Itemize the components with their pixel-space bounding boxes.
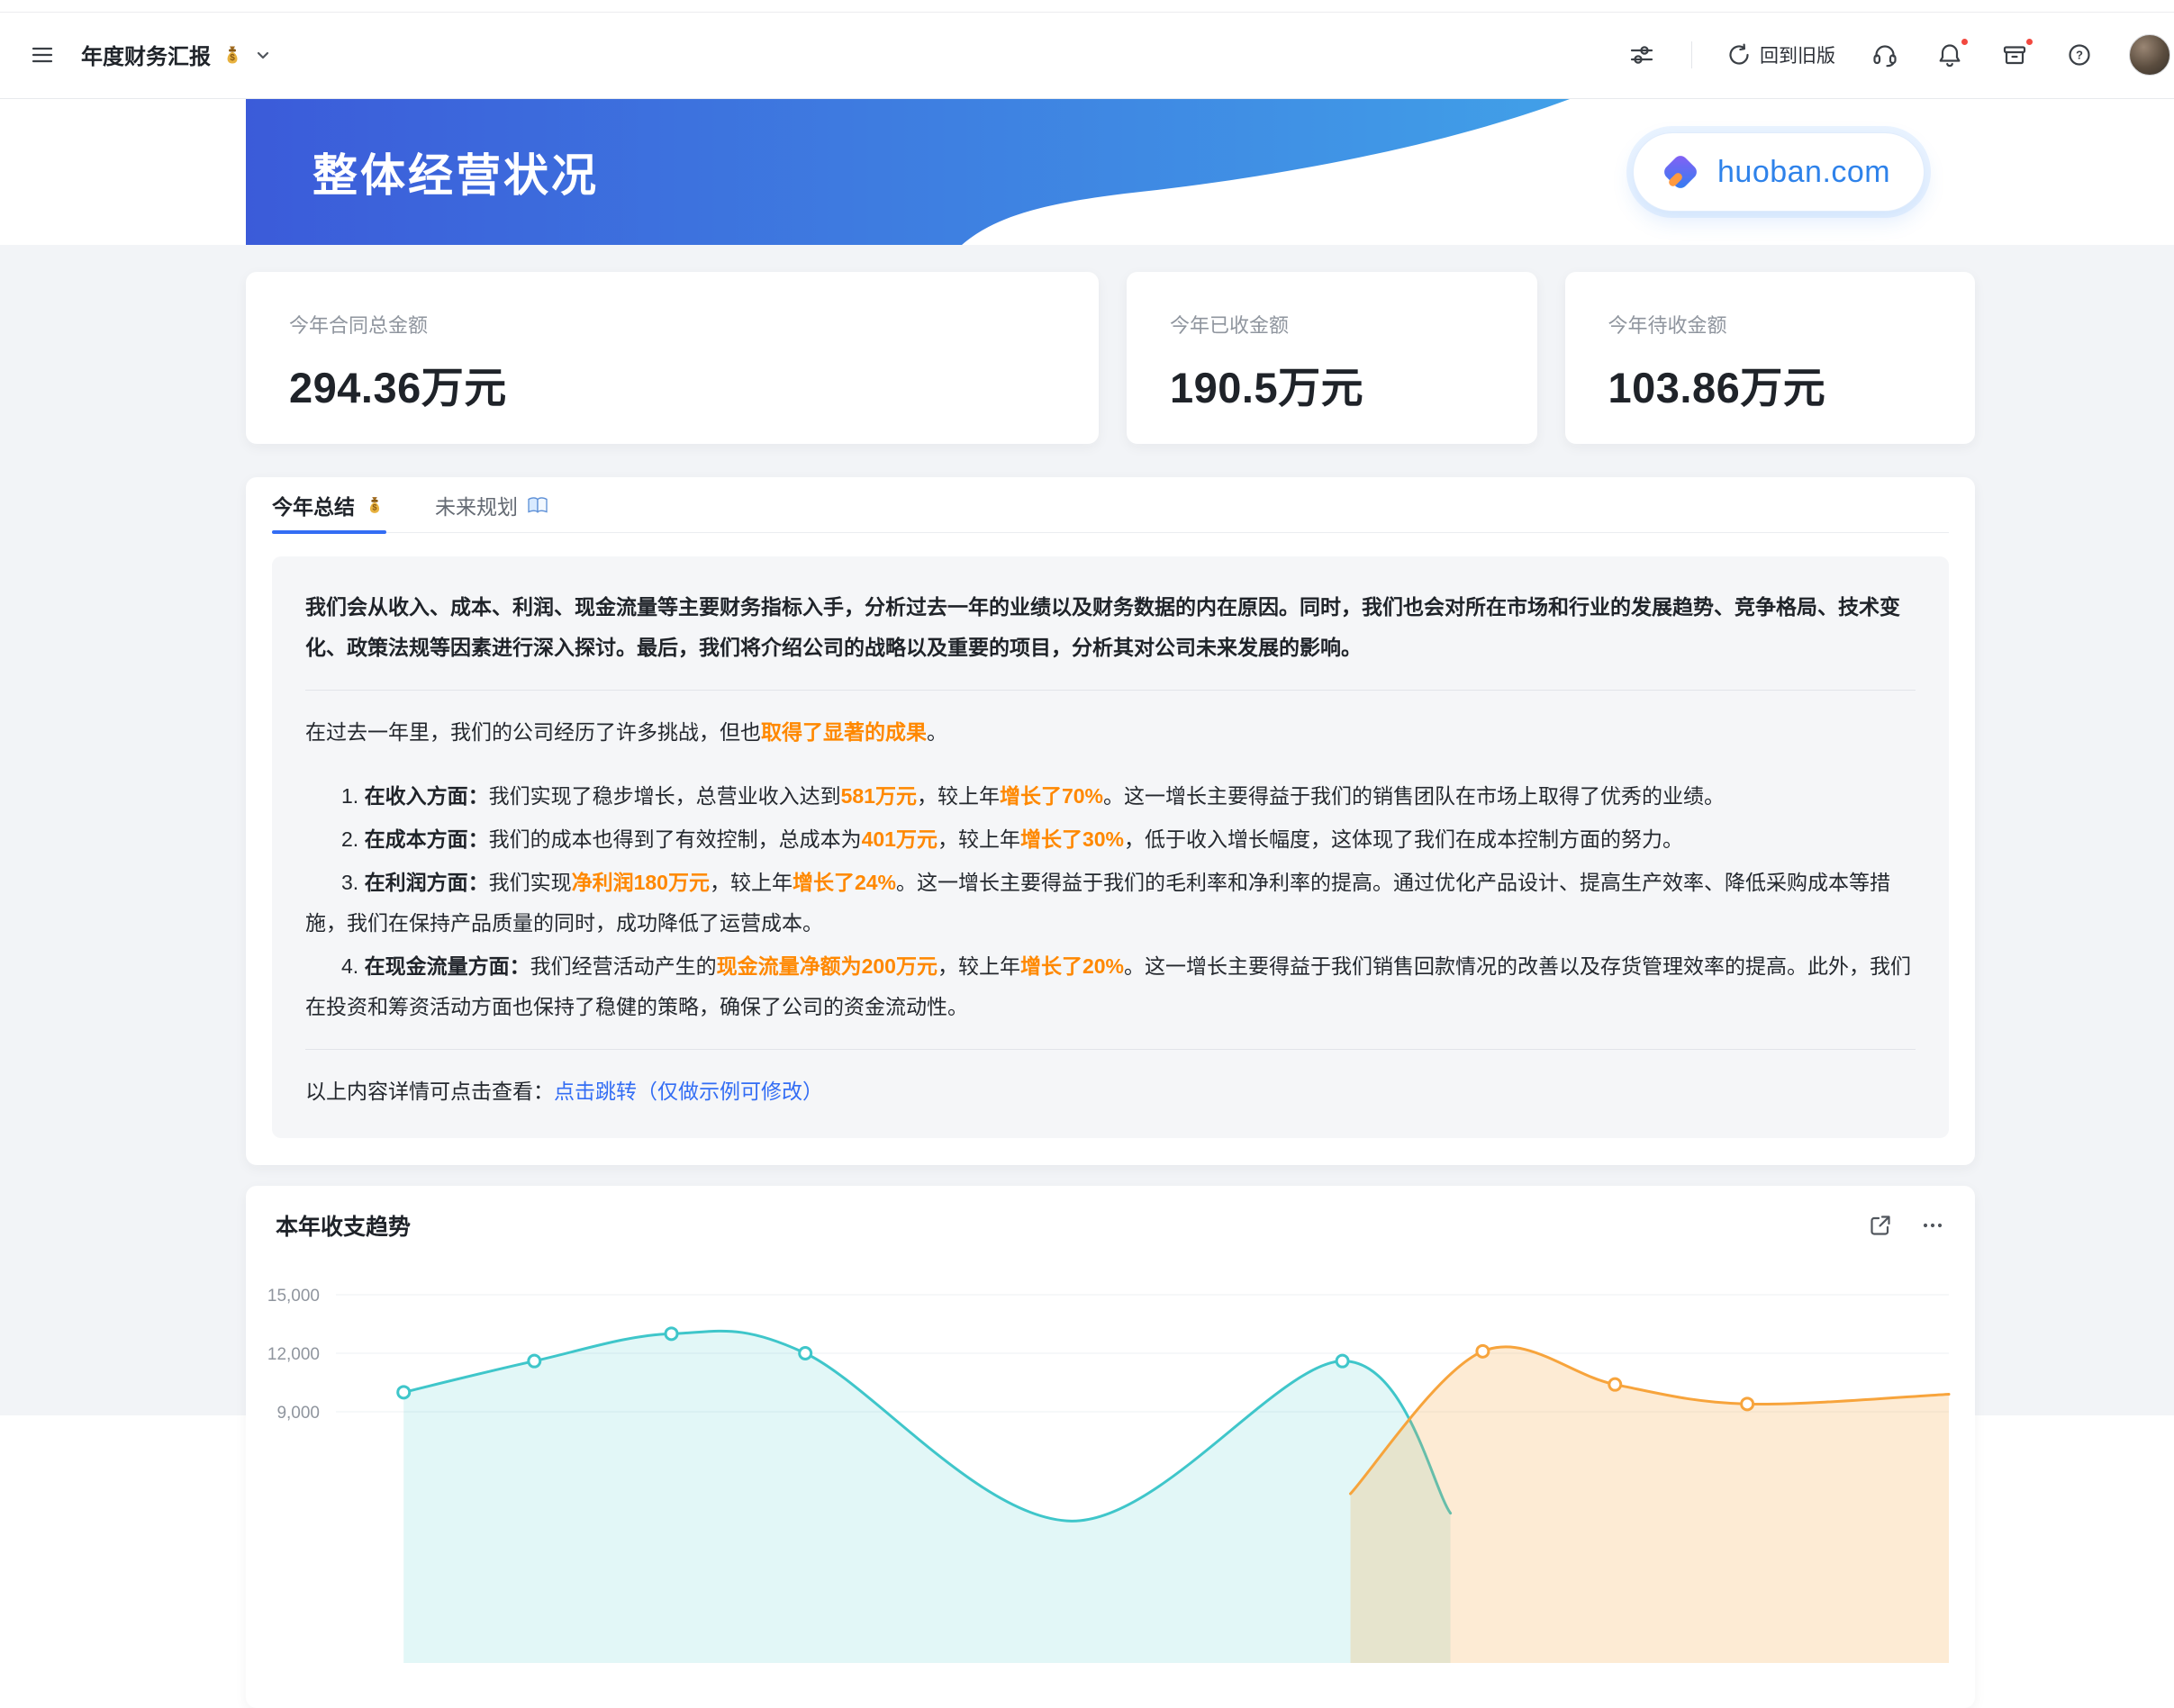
stat-label: 今年待收金额: [1608, 310, 1933, 339]
stat-value: 103.86万元: [1608, 353, 1933, 415]
stats-row: 今年合同总金额 294.36万元 今年已收金额 190.5万元 今年待收金额 1…: [246, 272, 1975, 444]
sliders-settings-button[interactable]: [1626, 40, 1657, 70]
divider: [305, 690, 1916, 691]
summary-intro: 我们会从收入、成本、利润、现金流量等主要财务指标入手，分析过去一年的业绩以及财务…: [305, 587, 1916, 668]
jump-link[interactable]: 点击跳转（仅做示例可修改）: [554, 1080, 823, 1103]
huoban-logo-icon: [1655, 147, 1706, 197]
support-headset-button[interactable]: [1870, 40, 1900, 70]
summary-list-item: 3. 在利润方面：我们实现净利润180万元，较上年增长了24%。这一增长主要得益…: [305, 863, 1916, 944]
summary-list-item: 1. 在收入方面：我们实现了稳步增长，总营业收入达到581万元，较上年增长了70…: [305, 776, 1916, 817]
summary-footer: 以上内容详情可点击查看：点击跳转（仅做示例可修改）: [305, 1071, 1916, 1112]
restore-icon: [1726, 42, 1752, 68]
svg-text:$: $: [230, 53, 235, 63]
tab-label: 今年总结: [272, 490, 355, 520]
stat-card-contract-total: 今年合同总金额 294.36万元: [246, 272, 1099, 444]
notifications-button[interactable]: [1934, 40, 1965, 70]
back-to-old-version-label: 回到旧版: [1760, 41, 1835, 68]
open-book-icon: [526, 493, 549, 517]
stat-card-received: 今年已收金额 190.5万元: [1127, 272, 1537, 444]
hamburger-menu-icon: [29, 41, 56, 68]
stat-value: 190.5万元: [1170, 353, 1494, 415]
svg-text:12,000: 12,000: [267, 1345, 320, 1364]
stat-card-pending: 今年待收金额 103.86万元: [1565, 272, 1976, 444]
divider: [305, 1049, 1916, 1050]
topbar-divider: [1691, 41, 1692, 68]
svg-text:9,000: 9,000: [276, 1404, 320, 1423]
app-title-dropdown[interactable]: 年度财务汇报 $: [81, 39, 272, 70]
svg-text:15,000: 15,000: [267, 1287, 320, 1306]
sliders-icon: [1628, 41, 1655, 68]
banner-title: 整体经营状况: [313, 99, 599, 245]
window-top-divider: [0, 12, 2174, 13]
more-options-button[interactable]: [1917, 1210, 1948, 1241]
stat-label: 今年已收金额: [1170, 310, 1494, 339]
chevron-down-icon: [254, 46, 272, 64]
huoban-logo-text: huoban.com: [1717, 155, 1890, 190]
headset-icon: [1871, 41, 1898, 68]
trend-line-chart: 15,000 12,000 9,000: [246, 1249, 1975, 1663]
banner-section: 整体经营状况 huoban.com: [0, 99, 2174, 245]
stat-label: 今年合同总金额: [289, 310, 1055, 339]
resource-box-button[interactable]: [1999, 40, 2030, 70]
chart-header: 本年收支趋势: [246, 1186, 1975, 1242]
chart-title: 本年收支趋势: [276, 1209, 411, 1242]
tab-future-plan[interactable]: 未来规划: [435, 477, 549, 533]
ellipsis-icon: [1919, 1212, 1946, 1239]
summary-list-item: 4. 在现金流量方面：我们经营活动产生的现金流量净额为200万元，较上年增长了2…: [305, 946, 1916, 1027]
svg-text:?: ?: [2076, 48, 2083, 61]
stat-value: 294.36万元: [289, 353, 1055, 415]
summary-list-item: 2. 在成本方面：我们的成本也得到了有效控制，总成本为401万元，较上年增长了3…: [305, 819, 1916, 860]
summary-lead: 在过去一年里，我们的公司经历了许多挑战，但也取得了显著的成果。: [305, 712, 1916, 753]
topbar: 年度财务汇报 $ 回到旧版: [0, 0, 2174, 99]
summary-content-box: 我们会从收入、成本、利润、现金流量等主要财务指标入手，分析过去一年的业绩以及财务…: [272, 556, 1949, 1138]
summary-list: 1. 在收入方面：我们实现了稳步增长，总营业收入达到581万元，较上年增长了70…: [305, 776, 1916, 1027]
huoban-logo-badge[interactable]: huoban.com: [1633, 132, 1925, 212]
trend-chart-card: 本年收支趋势 15,000 12,000 9,000: [246, 1186, 1975, 1708]
resource-box-badge: [2024, 36, 2035, 48]
tab-bar: 今年总结 $ 未来规划: [272, 477, 1949, 533]
hamburger-menu-button[interactable]: [27, 40, 58, 70]
open-external-button[interactable]: [1865, 1210, 1896, 1241]
main-content: 整体经营状况 huoban.com 今年合同总金额 294.36万元 今年已收金…: [0, 99, 2174, 1415]
tab-label: 未来规划: [435, 490, 518, 520]
svg-text:$: $: [372, 502, 377, 511]
help-button[interactable]: ?: [2064, 40, 2095, 70]
page-title: 年度财务汇报: [81, 39, 211, 70]
back-to-old-version-button[interactable]: 回到旧版: [1726, 41, 1835, 68]
help-icon: ?: [2066, 41, 2093, 68]
user-avatar[interactable]: [2129, 34, 2170, 76]
money-bag-icon: $: [220, 42, 245, 68]
notification-badge: [1959, 36, 1970, 48]
summary-card: 今年总结 $ 未来规划 我们会从收入、成本、利润、现金流量等主要财务指标入手，分…: [246, 477, 1975, 1165]
money-bag-icon: $: [363, 493, 386, 517]
external-link-icon: [1867, 1212, 1894, 1239]
tab-this-year-summary[interactable]: 今年总结 $: [272, 477, 386, 533]
summary-footer-label: 以上内容详情可点击查看：: [305, 1080, 554, 1103]
